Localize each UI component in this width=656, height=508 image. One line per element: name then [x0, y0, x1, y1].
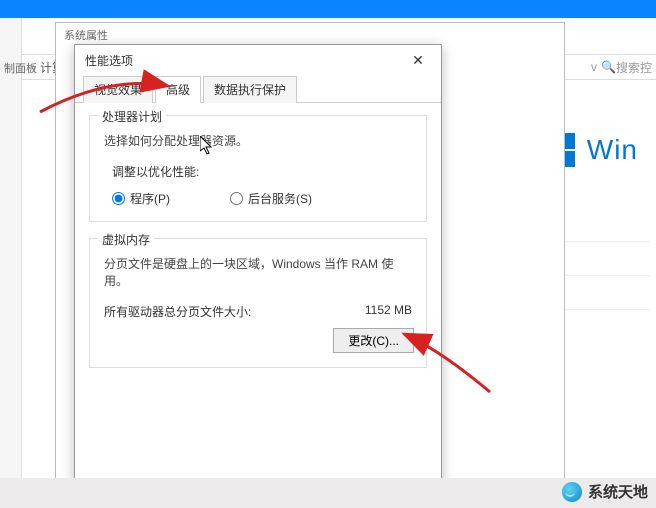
tab-strip: 视觉效果 高级 数据执行保护 — [75, 75, 441, 103]
search-placeholder: 搜索控 — [616, 59, 652, 76]
windows-brand-text: Win — [587, 134, 638, 166]
chevron-icon: v — [591, 60, 597, 74]
paging-total-row: 所有驱动器总分页文件大小: 1152 MB — [104, 303, 412, 320]
radio-programs[interactable]: 程序(P) — [112, 190, 170, 207]
search-icon: 🔍 — [601, 60, 616, 74]
radio-background-input[interactable] — [230, 192, 243, 205]
globe-icon — [562, 482, 582, 502]
dialog-title: 性能选项 — [85, 52, 133, 69]
processor-scheduling-legend: 处理器计划 — [98, 108, 166, 125]
change-button-row: 更改(C)... — [102, 328, 414, 353]
change-button[interactable]: 更改(C)... — [333, 328, 414, 353]
left-panel-strip — [0, 18, 22, 478]
close-icon: ✕ — [412, 52, 424, 69]
system-properties-title: 系统属性 — [56, 23, 564, 45]
radio-background[interactable]: 后台服务(S) — [230, 190, 312, 207]
virtual-memory-legend: 虚拟内存 — [98, 231, 154, 248]
performance-options-dialog: 性能选项 ✕ 视觉效果 高级 数据执行保护 处理器计划 选择如何分配处理器资源。… — [74, 44, 442, 484]
paging-total-label: 所有驱动器总分页文件大小: — [104, 303, 251, 320]
window-top-band — [0, 0, 656, 18]
search-box[interactable]: v 🔍 搜索控 — [591, 54, 652, 80]
tab-dep[interactable]: 数据执行保护 — [203, 76, 297, 103]
watermark-text: 系统天地 — [588, 481, 648, 502]
radio-programs-input[interactable] — [112, 192, 125, 205]
virtual-memory-group: 虚拟内存 分页文件是硬盘上的一块区域，Windows 当作 RAM 使用。 所有… — [89, 238, 427, 368]
radio-background-label: 后台服务(S) — [248, 190, 312, 207]
tab-visual-effects[interactable]: 视觉效果 — [83, 76, 153, 103]
tab-advanced[interactable]: 高级 — [155, 76, 201, 103]
close-button[interactable]: ✕ — [401, 48, 435, 72]
processor-scheduling-desc: 选择如何分配处理器资源。 — [104, 132, 414, 149]
paging-total-value: 1152 MB — [365, 303, 412, 320]
tab-body: 处理器计划 选择如何分配处理器资源。 调整以优化性能: 程序(P) 后台服务(S… — [75, 103, 441, 396]
breadcrumb-separator: › — [32, 60, 36, 74]
virtual-memory-desc: 分页文件是硬盘上的一块区域，Windows 当作 RAM 使用。 — [104, 255, 414, 289]
radio-programs-label: 程序(P) — [130, 190, 170, 207]
radio-row: 程序(P) 后台服务(S) — [112, 190, 414, 207]
watermark: 系统天地 — [562, 481, 648, 502]
adjust-for-label: 调整以优化性能: — [112, 163, 414, 180]
dialog-titlebar: 性能选项 ✕ — [75, 45, 441, 75]
bottom-band — [0, 478, 656, 508]
processor-scheduling-group: 处理器计划 选择如何分配处理器资源。 调整以优化性能: 程序(P) 后台服务(S… — [89, 115, 427, 222]
